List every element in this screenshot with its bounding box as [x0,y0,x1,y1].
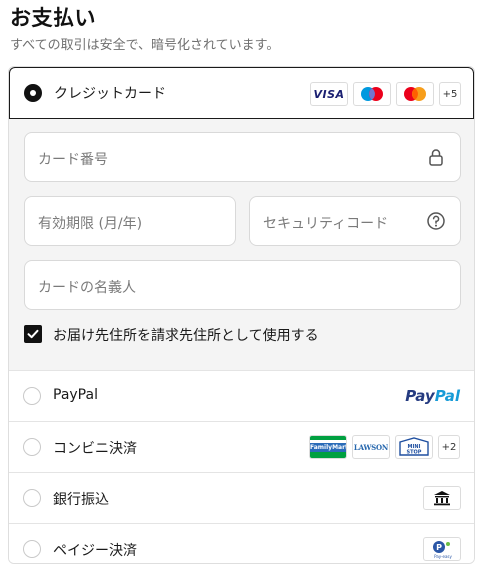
payment-option-paypal[interactable]: PayPal PayPal [9,370,474,421]
page-title: お支払い [10,6,96,30]
paypal-logo: PayPal [405,387,460,405]
bank-transfer-radio[interactable] [23,489,41,507]
card-number-input[interactable]: カード番号 [24,132,461,182]
ministop-logo: MINI STOP [395,435,433,459]
pay-easy-label: ペイジー決済 [53,543,137,559]
payment-option-pay-easy[interactable]: ペイジー決済 P Pay-easy [9,523,474,563]
security-code-input[interactable]: セキュリティコード [249,196,461,246]
pay-easy-radio[interactable] [23,540,41,558]
paypal-label: PayPal [53,387,98,403]
convenience-store-label: コンビニ決済 [53,441,137,457]
credit-card-label: クレジットカード [54,86,166,102]
help-icon[interactable] [426,211,446,231]
pay-easy-icon: P Pay-easy [423,537,461,561]
payment-methods: クレジットカード VISA +5 カード番号 有効期限 (月/年) セキュリティ… [8,66,475,564]
payment-option-credit-card[interactable]: クレジットカード VISA +5 [9,67,474,119]
credit-card-form: カード番号 有効期限 (月/年) セキュリティコード カードの名義人 お届け先住… [9,119,474,370]
mastercard-logo [396,82,434,106]
expiry-date-input[interactable]: 有効期限 (月/年) [24,196,236,246]
more-stores-badge: +2 [438,435,460,459]
svg-text:Pay-easy: Pay-easy [434,554,452,559]
more-card-brands-badge: +5 [439,82,461,106]
lawson-logo: LAWSON [352,435,390,459]
bank-icon [423,486,461,510]
credit-card-radio[interactable] [24,84,42,102]
paypal-radio[interactable] [23,387,41,405]
cardholder-name-input[interactable]: カードの名義人 [24,260,461,310]
payment-option-bank-transfer[interactable]: 銀行振込 [9,472,474,523]
page-subtitle: すべての取引は安全で、暗号化されています。 [10,38,280,53]
maestro-logo [353,82,391,106]
bank-transfer-label: 銀行振込 [53,492,109,508]
familymart-logo: FamilyMart [309,435,347,459]
payment-option-convenience-store[interactable]: コンビニ決済 FamilyMart LAWSON MINI STOP +2 [9,421,474,472]
convenience-store-radio[interactable] [23,438,41,456]
checkmark-icon [27,329,39,339]
svg-text:STOP: STOP [407,450,422,456]
visa-logo: VISA [310,82,348,106]
same-address-checkbox[interactable] [24,325,42,343]
svg-text:P: P [436,543,442,552]
same-address-label: お届け先住所を請求先住所として使用する [53,328,319,344]
lock-icon [429,149,443,166]
